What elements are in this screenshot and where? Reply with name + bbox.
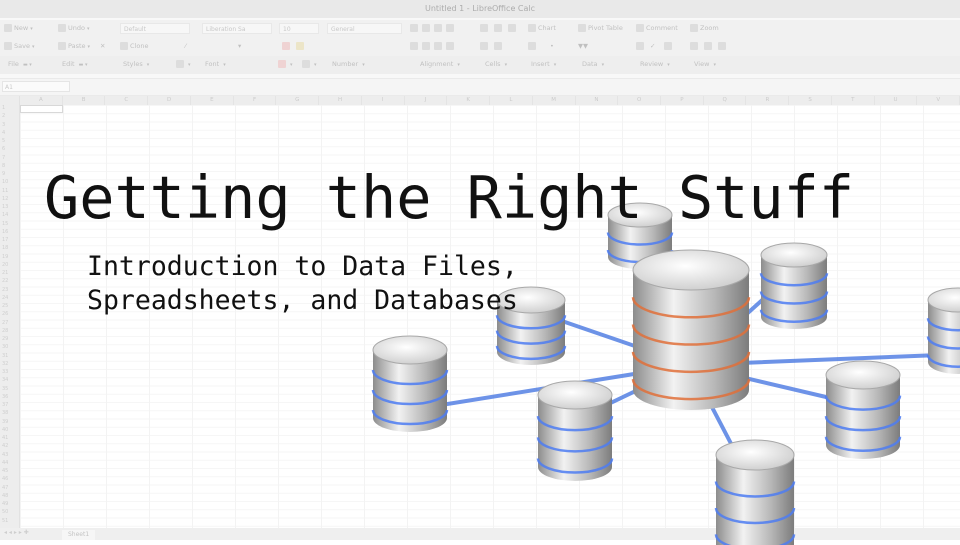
database-cylinder-icon [824, 360, 902, 459]
database-cylinder-icon [926, 287, 960, 374]
database-cylinder-icon [536, 380, 614, 481]
slide-subtitle: Introduction to Data Files, Spreadsheets… [87, 250, 518, 318]
subtitle-line-1: Introduction to Data Files, [87, 251, 518, 282]
database-cylinder-icon [714, 439, 796, 545]
database-cylinder-icon [631, 249, 751, 410]
database-network-illustration [371, 202, 960, 545]
database-cylinder-icon [759, 242, 829, 329]
slide-title: Getting the Right Stuff [44, 164, 855, 232]
database-cylinder-icon [371, 335, 449, 432]
subtitle-line-2: Spreadsheets, and Databases [87, 285, 518, 316]
